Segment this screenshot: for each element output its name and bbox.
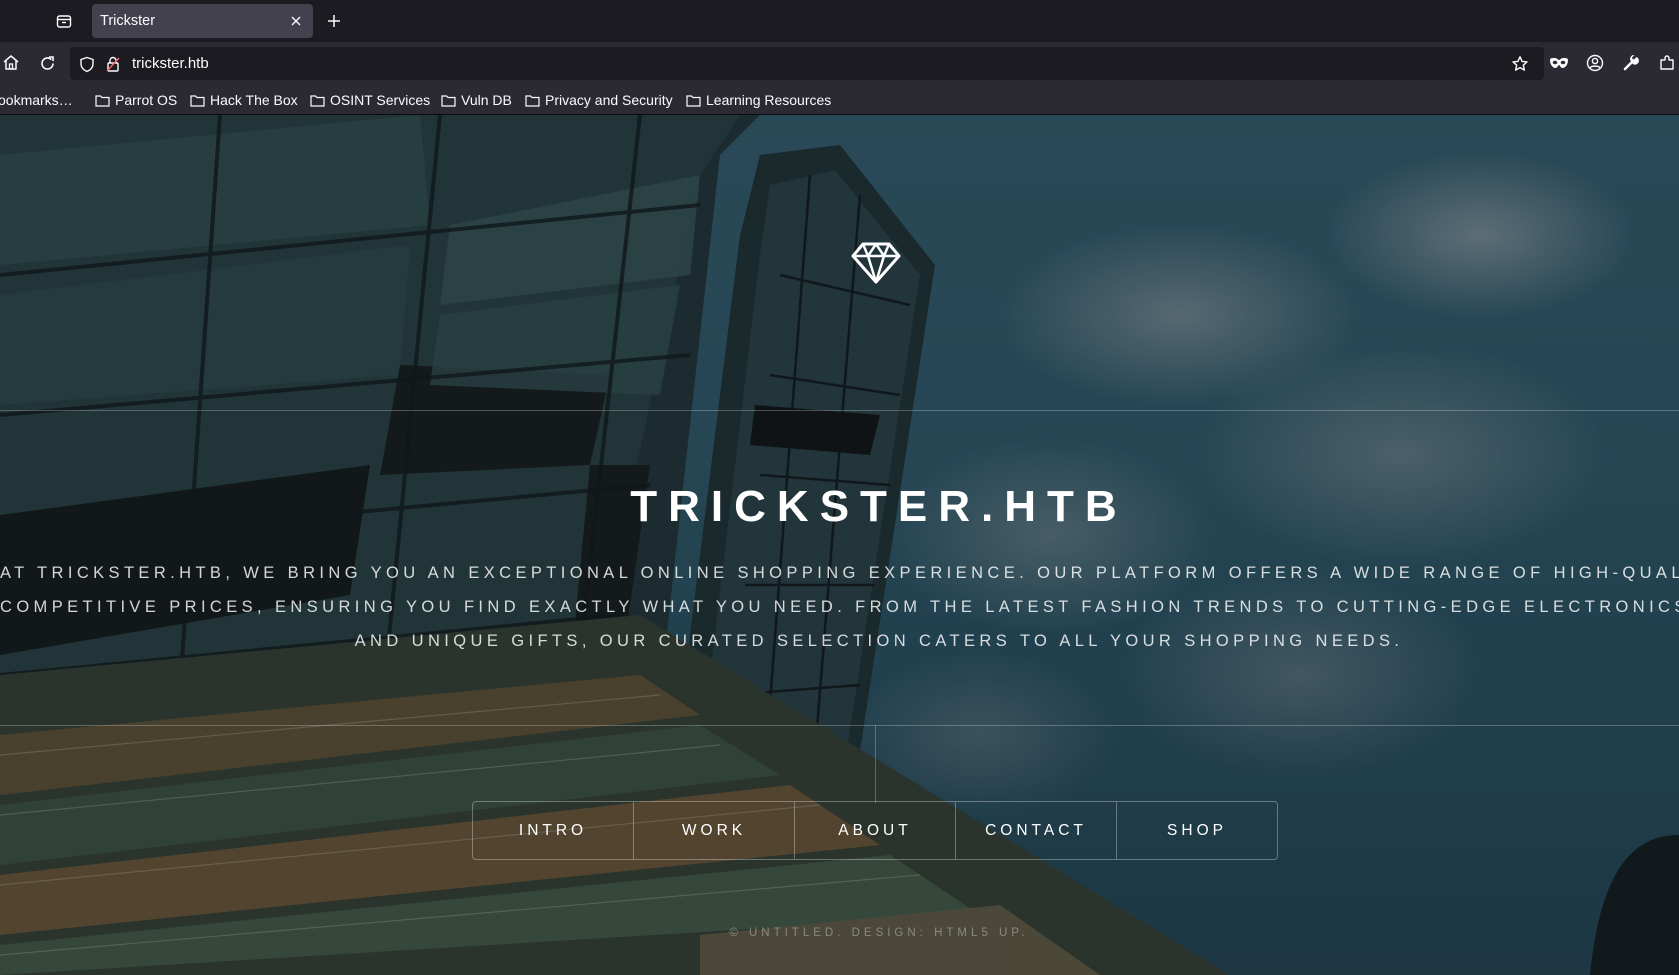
mask-icon [1550, 58, 1568, 68]
bookmark-label: OSINT Services [330, 92, 431, 108]
bookmark-label: Privacy and Security [545, 92, 673, 108]
bookmark-label: Hack The Box [210, 92, 298, 108]
reload-icon [40, 55, 54, 70]
account-icon [1586, 54, 1604, 72]
lock-icon [106, 56, 120, 72]
extensions-icon [1660, 55, 1674, 70]
folder-icon [686, 94, 701, 107]
description-line: COMPETITIVE PRICES, ENSURING YOU FIND EX… [0, 598, 1679, 616]
logo [850, 237, 902, 289]
bookmark-learning-resources[interactable]: Learning Resources [686, 90, 831, 110]
folder-icon [310, 94, 325, 107]
bookmark-vuln-db[interactable]: Vuln DB [441, 90, 512, 110]
description-line: AT TRICKSTER.HTB, WE BRING YOU AN EXCEPT… [0, 564, 1679, 582]
home-button[interactable] [0, 52, 22, 74]
wrench-icon [1623, 54, 1639, 71]
menu-item-shop[interactable]: SHOP [1116, 802, 1277, 859]
web-page: TRICKSTER.HTB AT TRICKSTER.HTB, WE BRING… [0, 115, 1679, 975]
tab-list-icon [56, 15, 72, 28]
divider-line [0, 410, 1679, 411]
account-button[interactable] [1584, 52, 1606, 74]
vertical-divider [875, 725, 876, 803]
folder-icon [95, 94, 110, 107]
folder-icon [441, 94, 456, 107]
home-icon [3, 55, 19, 70]
tab-close-button[interactable] [288, 13, 304, 29]
bookmark-label: ookmarks… [0, 92, 73, 108]
bookmark-parrot-os[interactable]: Parrot OS [95, 90, 177, 110]
shield-icon [80, 56, 94, 72]
main-menu: INTRO WORK ABOUT CONTACT SHOP [472, 801, 1278, 860]
site-description: AT TRICKSTER.HTB, WE BRING YOU AN EXCEPT… [0, 556, 1679, 658]
tools-button[interactable] [1620, 52, 1642, 74]
close-icon [291, 16, 301, 26]
new-tab-icon [328, 15, 340, 27]
site-info-button[interactable] [102, 53, 124, 75]
bookmark-label: Learning Resources [706, 92, 832, 108]
bookmark-osint-services[interactable]: OSINT Services [310, 90, 430, 110]
bookmark-privacy-and-security[interactable]: Privacy and Security [525, 90, 673, 110]
tracking-protection-button[interactable] [76, 53, 98, 75]
menu-item-about[interactable]: ABOUT [794, 802, 955, 859]
diamond-icon [851, 242, 901, 284]
menu-item-contact[interactable]: CONTACT [955, 802, 1116, 859]
bookmarks-toolbar: ookmarks… Parrot OS Hack The Box OSINT S… [0, 85, 1679, 115]
bookmark-other-bookmarks[interactable]: ookmarks… [0, 90, 73, 110]
bookmark-label: Parrot OS [115, 92, 178, 108]
extensions-button[interactable] [1656, 52, 1678, 74]
new-tab-button[interactable] [322, 9, 346, 33]
tab-trickster[interactable]: Trickster [92, 4, 313, 38]
description-line: AND UNIQUE GIFTS, OUR CURATED SELECTION … [354, 632, 1404, 650]
divider-line [0, 725, 1679, 726]
navigation-toolbar: trickster.htb [0, 42, 1679, 85]
private-browsing-button[interactable] [1548, 52, 1570, 74]
bookmark-star-button[interactable] [1509, 53, 1531, 75]
site-title: TRICKSTER.HTB [630, 482, 1128, 531]
tab-bar: Trickster [0, 0, 1679, 42]
folder-icon [190, 94, 205, 107]
reload-button[interactable] [36, 52, 58, 74]
folder-icon [525, 94, 540, 107]
footer-credits: © UNTITLED. DESIGN: HTML5 UP. [729, 927, 1029, 939]
bookmark-label: Vuln DB [461, 92, 512, 108]
star-icon [1512, 56, 1528, 71]
url-bar[interactable]: trickster.htb [70, 47, 1544, 80]
menu-item-intro[interactable]: INTRO [473, 802, 633, 859]
bookmark-hack-the-box[interactable]: Hack The Box [190, 90, 298, 110]
tab-list-button[interactable] [50, 9, 78, 33]
url-text[interactable]: trickster.htb [132, 55, 209, 72]
tab-title: Trickster [100, 13, 156, 29]
menu-item-work[interactable]: WORK [633, 802, 794, 859]
